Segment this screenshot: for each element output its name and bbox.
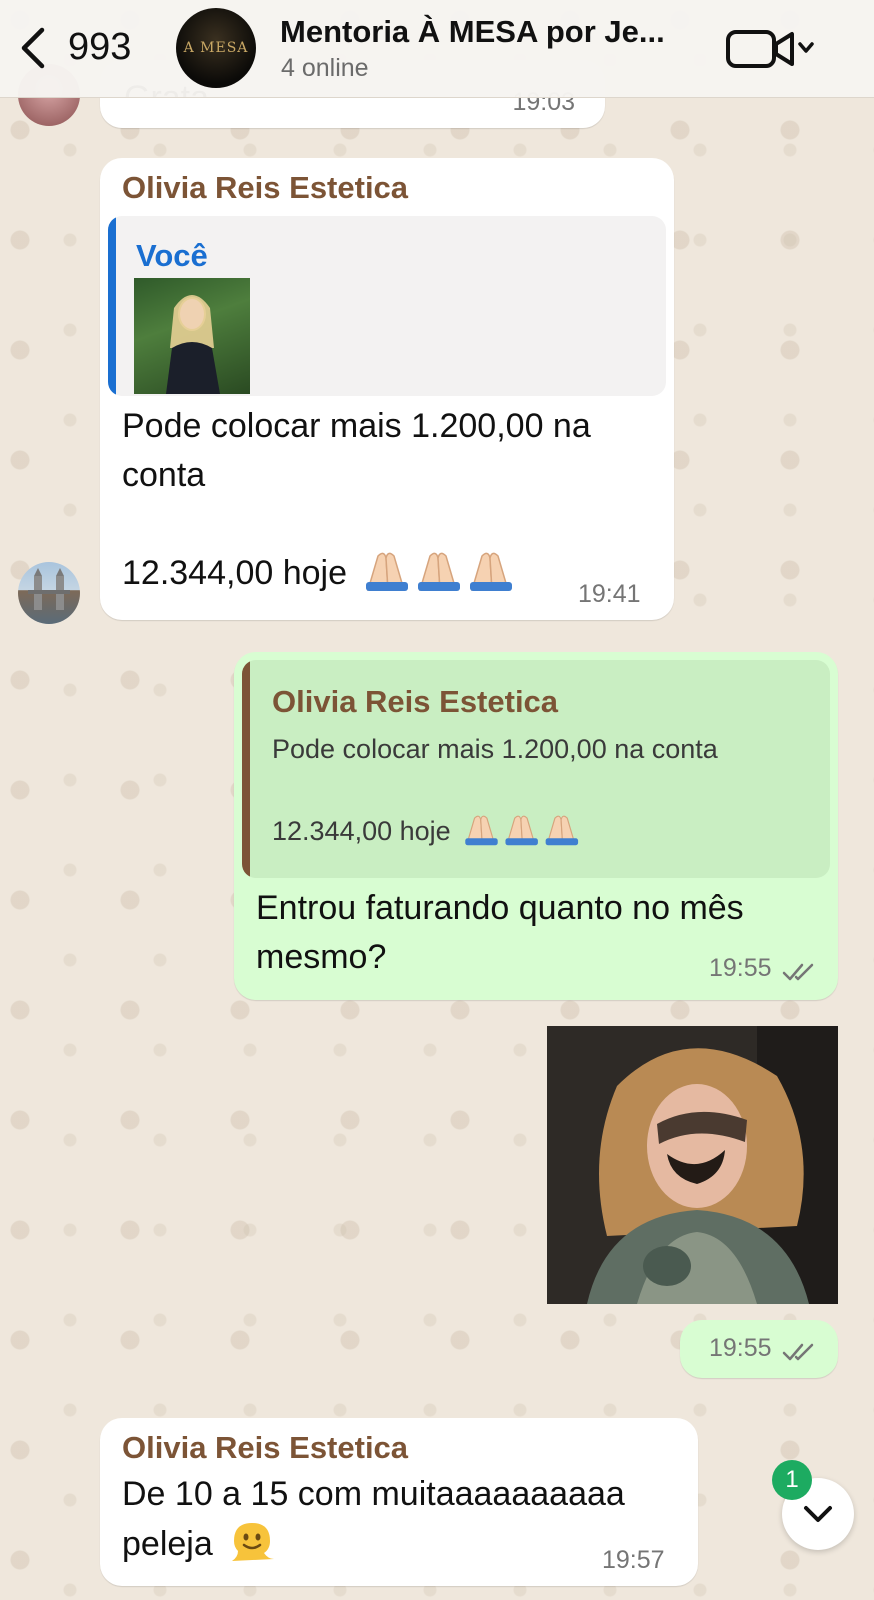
message-text-line: conta xyxy=(122,456,206,494)
sender-name[interactable]: Olivia Reis Estetica xyxy=(122,170,408,206)
sticker-image[interactable] xyxy=(547,1026,838,1304)
video-call-icon[interactable] xyxy=(726,26,818,72)
message-bubble-incoming[interactable]: Olivia Reis Estetica De 10 a 15 com muit… xyxy=(100,1418,698,1586)
message-text-line: Pode colocar mais 1.200,00 na xyxy=(122,407,591,445)
message-text-line: Entrou faturando quanto no mês xyxy=(256,889,744,927)
quote-text-line: 12.344,00 hoje xyxy=(272,812,586,847)
chat-header: 993 A MESA Mentoria À MESA por Je... 4 o… xyxy=(0,0,874,98)
quoted-message[interactable]: Olivia Reis Estetica Pode colocar mais 1… xyxy=(242,660,830,878)
quote-amount-text: 12.344,00 hoje xyxy=(272,816,451,846)
message-text-line: De 10 a 15 com muitaaaaaaaaaa xyxy=(122,1475,625,1513)
message-text-line: mesmo? xyxy=(256,938,387,976)
message-bubble-outgoing[interactable]: Olivia Reis Estetica Pode colocar mais 1… xyxy=(234,652,838,1000)
sender-avatar[interactable] xyxy=(18,562,80,624)
quoted-photo-thumbnail xyxy=(134,278,250,394)
chat-title[interactable]: Mentoria À MESA por Je... xyxy=(280,14,665,50)
quote-sender-name: Olivia Reis Estetica xyxy=(272,684,559,719)
message-amount-text: 12.344,00 hoje xyxy=(122,554,347,592)
group-avatar-logo-text: A MESA xyxy=(183,40,249,56)
message-time: 19:55 xyxy=(708,954,772,982)
chat-subtitle: 4 online xyxy=(281,54,369,82)
double-check-icon xyxy=(782,1343,814,1361)
chevron-down-icon xyxy=(798,42,814,53)
folded-hands-emoji xyxy=(356,552,522,592)
unread-badge: 1 xyxy=(772,1460,812,1500)
quote-text-line: Pode colocar mais 1.200,00 na conta xyxy=(272,734,718,764)
message-time-bubble[interactable]: 19:55 xyxy=(680,1320,838,1378)
quote-accent-bar xyxy=(108,216,116,396)
tower-bridge-picture xyxy=(28,568,70,610)
double-check-icon xyxy=(782,963,814,981)
melting-face-emoji xyxy=(232,1523,275,1561)
message-time: 19:57 xyxy=(602,1546,665,1574)
quote-author: Você xyxy=(136,238,208,273)
back-unread-count[interactable]: 993 xyxy=(68,26,131,69)
message-meta: 19:55 xyxy=(709,954,818,983)
message-time: 19:55 xyxy=(708,1334,772,1362)
message-time: 19:41 xyxy=(578,580,641,608)
group-avatar[interactable]: A MESA xyxy=(176,8,256,88)
message-text-line: peleja xyxy=(122,1519,276,1569)
folded-hands-emoji xyxy=(458,815,586,846)
message-meta: 19:55 xyxy=(709,1334,818,1363)
message-bubble-incoming[interactable]: Olivia Reis Estetica Você Pode colocar m… xyxy=(100,158,674,620)
message-text-line: 12.344,00 hoje xyxy=(122,548,522,598)
back-chevron-icon[interactable] xyxy=(18,26,50,70)
sender-name[interactable]: Olivia Reis Estetica xyxy=(122,1430,408,1466)
quote-accent-bar xyxy=(242,660,250,878)
quoted-message[interactable]: Você xyxy=(108,216,666,396)
message-text-word: peleja xyxy=(122,1525,213,1563)
